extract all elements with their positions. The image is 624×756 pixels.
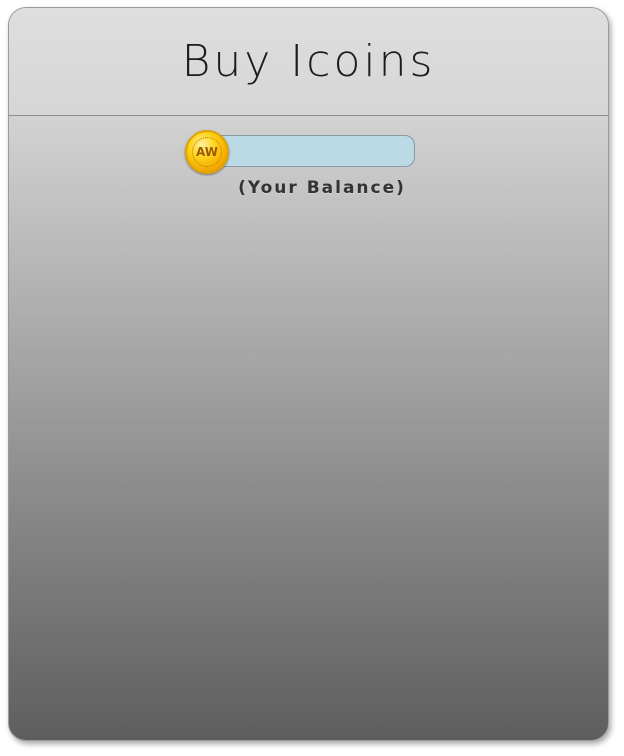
buy-icoins-panel: Buy Icoins AW (Your Balance)	[8, 7, 609, 741]
balance-bar	[203, 135, 415, 167]
coin-icon: AW	[185, 130, 229, 174]
balance-display: AW	[185, 130, 417, 178]
panel-header: Buy Icoins	[9, 8, 608, 116]
balance-label: (Your Balance)	[238, 178, 406, 198]
page-title: Buy Icoins	[181, 36, 436, 87]
balance-value	[234, 136, 406, 166]
coin-label: AW	[196, 145, 218, 159]
